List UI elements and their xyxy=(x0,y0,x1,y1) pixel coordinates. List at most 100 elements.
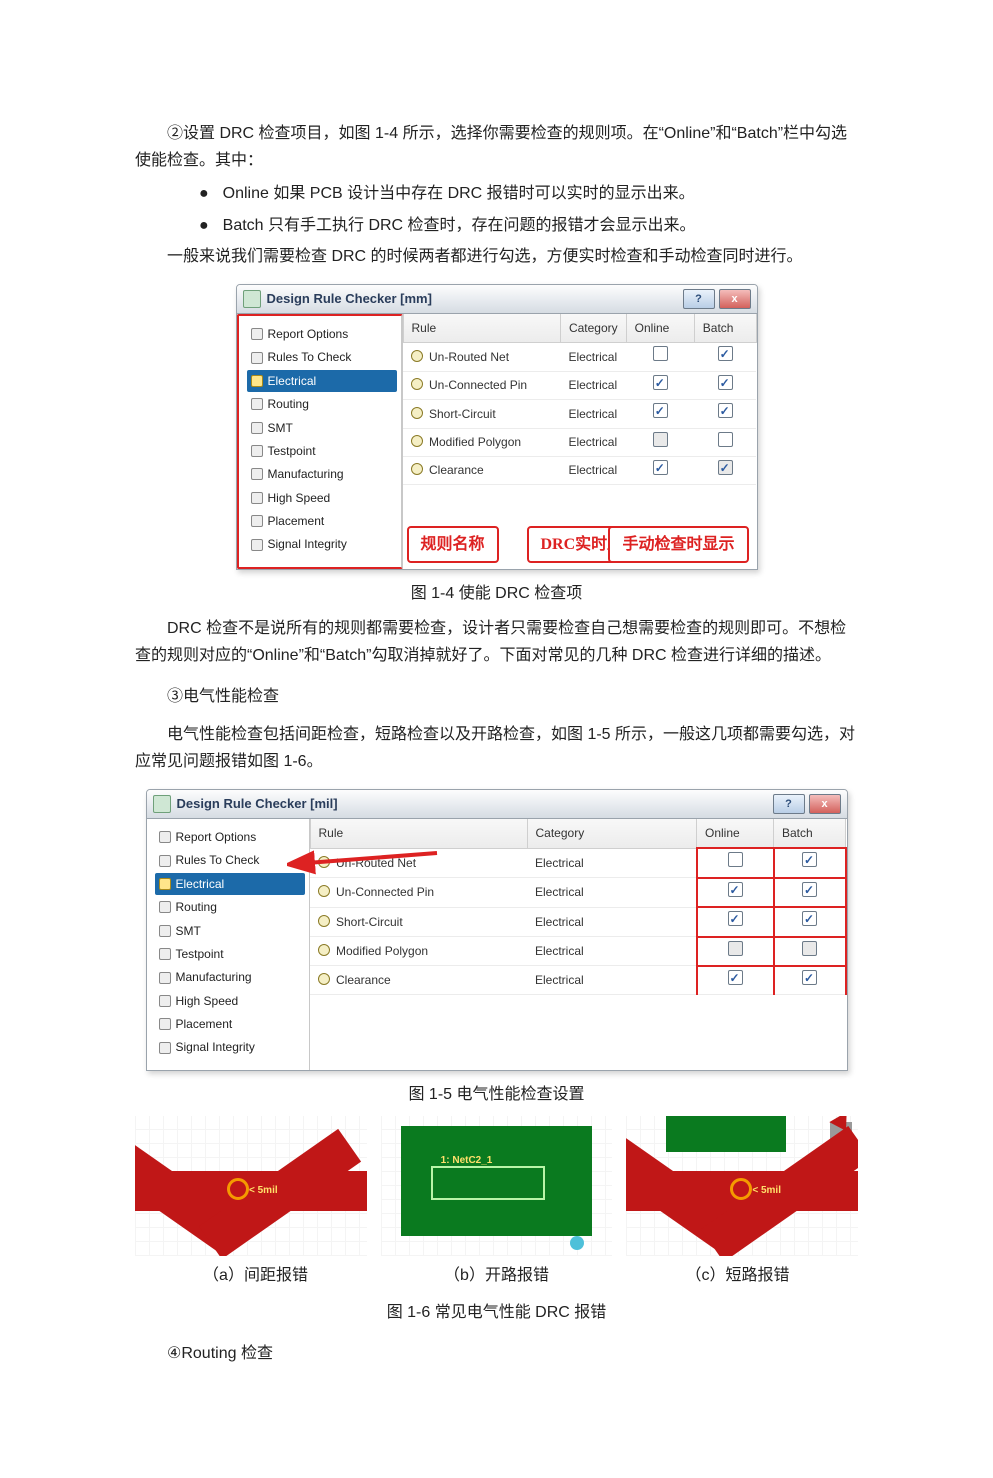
tree-placement[interactable]: Placement xyxy=(155,1013,305,1035)
tree-signal-integrity[interactable]: Signal Integrity xyxy=(247,533,397,555)
tree-routing[interactable]: Routing xyxy=(247,393,397,415)
tree-signal-integrity[interactable]: Signal Integrity xyxy=(155,1036,305,1058)
checkbox[interactable] xyxy=(728,911,743,926)
tree-manufacturing[interactable]: Manufacturing xyxy=(155,966,305,988)
table-row[interactable]: Modified PolygonElectrical xyxy=(403,428,756,456)
table-row[interactable]: Un-Connected PinElectrical xyxy=(403,371,756,399)
checkbox[interactable] xyxy=(653,460,668,475)
cell-category: Electrical xyxy=(560,456,626,484)
checkbox[interactable] xyxy=(802,882,817,897)
cell-online xyxy=(626,428,694,456)
figure-1-5-dialog: Design Rule Checker [mil] ? x Report Opt… xyxy=(146,789,848,1071)
figure-1-4-caption: 图 1-4 使能 DRC 检查项 xyxy=(135,580,858,607)
help-button[interactable]: ? xyxy=(773,794,805,814)
col-category[interactable]: Category xyxy=(560,314,626,343)
col-online[interactable]: Online xyxy=(626,314,694,343)
tree-manufacturing[interactable]: Manufacturing xyxy=(247,463,397,485)
col-online[interactable]: Online xyxy=(697,819,774,848)
annotation-batch: 手动检查时显示 xyxy=(608,526,748,563)
col-batch[interactable]: Batch xyxy=(694,314,756,343)
tree-rules-to-check[interactable]: Rules To Check xyxy=(247,346,397,368)
checkbox[interactable] xyxy=(728,970,743,985)
col-category[interactable]: Category xyxy=(527,819,697,848)
checkbox[interactable] xyxy=(653,346,668,361)
tree-routing[interactable]: Routing xyxy=(155,896,305,918)
tree-report-options[interactable]: Report Options xyxy=(155,826,305,848)
cell-rule: Clearance xyxy=(310,966,527,995)
cell-online xyxy=(697,937,774,966)
bullet-online: ● Online 如果 PCB 设计当中存在 DRC 报错时可以实时的显示出来。 xyxy=(135,180,858,207)
tree-smt[interactable]: SMT xyxy=(247,417,397,439)
checkbox[interactable] xyxy=(653,432,668,447)
table-row[interactable]: Short-CircuitElectrical xyxy=(310,907,846,936)
para-electrical: 电气性能检查包括间距检查，短路检查以及开路检查，如图 1-5 所示，一般这几项都… xyxy=(135,721,858,775)
thumb-c-label: < 5mil xyxy=(752,1182,781,1199)
table-row[interactable]: Un-Routed NetElectrical xyxy=(403,343,756,371)
tree-rules-to-check[interactable]: Rules To Check xyxy=(155,849,305,871)
tree-smt[interactable]: SMT xyxy=(155,920,305,942)
thumb-short: < 5mil xyxy=(626,1116,858,1256)
checkbox[interactable] xyxy=(802,852,817,867)
table-row[interactable]: Short-CircuitElectrical xyxy=(403,400,756,428)
cell-category: Electrical xyxy=(560,428,626,456)
checkbox[interactable] xyxy=(718,346,733,361)
label-c: （c）短路报错 xyxy=(617,1262,858,1289)
thumb-b-label: 1: NetC2_1 xyxy=(441,1152,493,1169)
para-both: 一般来说我们需要检查 DRC 的时候两者都进行勾选，方便实时检查和手动检查同时进… xyxy=(135,243,858,270)
rule-icon xyxy=(318,915,330,927)
checkbox[interactable] xyxy=(802,911,817,926)
cell-category: Electrical xyxy=(560,371,626,399)
cell-rule: Clearance xyxy=(403,456,560,484)
checkbox[interactable] xyxy=(653,403,668,418)
col-batch[interactable]: Batch xyxy=(774,819,846,848)
arrow-icon xyxy=(287,845,447,885)
table-row[interactable]: ClearanceElectrical xyxy=(310,966,846,995)
close-button[interactable]: x xyxy=(809,794,841,814)
rule-icon xyxy=(318,944,330,956)
tree-report-options[interactable]: Report Options xyxy=(247,323,397,345)
checkbox[interactable] xyxy=(718,432,733,447)
cell-rule: Short-Circuit xyxy=(310,907,527,936)
tree-high-speed[interactable]: High Speed xyxy=(247,487,397,509)
titlebar: Design Rule Checker [mil] ? x xyxy=(147,790,847,819)
close-button[interactable]: x xyxy=(719,289,751,309)
tree-icon xyxy=(159,855,171,867)
tree-testpoint[interactable]: Testpoint xyxy=(247,440,397,462)
checkbox[interactable] xyxy=(802,970,817,985)
bullet-icon: ● xyxy=(199,180,218,207)
tree-placement[interactable]: Placement xyxy=(247,510,397,532)
checkbox[interactable] xyxy=(718,460,733,475)
cell-rule: Un-Connected Pin xyxy=(403,371,560,399)
cell-batch xyxy=(694,428,756,456)
checkbox[interactable] xyxy=(728,941,743,956)
tree-testpoint[interactable]: Testpoint xyxy=(155,943,305,965)
figure-1-6-sub-labels: （a）间距报错 （b）开路报错 （c）短路报错 xyxy=(135,1262,858,1289)
bullet-batch: ● Batch 只有手工执行 DRC 检查时，存在问题的报错才会显示出来。 xyxy=(135,212,858,239)
cell-category: Electrical xyxy=(527,848,697,877)
tree-icon xyxy=(159,948,171,960)
tree-electrical[interactable]: Electrical xyxy=(155,873,305,895)
cell-online xyxy=(626,456,694,484)
cell-online xyxy=(697,907,774,936)
checkbox[interactable] xyxy=(728,882,743,897)
para-after-fig4: DRC 检查不是说所有的规则都需要检查，设计者只需要检查自己想需要检查的规则即可… xyxy=(135,615,858,669)
rule-icon xyxy=(318,973,330,985)
dialog-title: Design Rule Checker [mm] xyxy=(267,288,679,310)
checkbox[interactable] xyxy=(718,403,733,418)
table-row[interactable]: Modified PolygonElectrical xyxy=(310,937,846,966)
cell-batch xyxy=(774,907,846,936)
tree-icon xyxy=(251,422,263,434)
col-rule[interactable]: Rule xyxy=(310,819,527,848)
checkbox[interactable] xyxy=(653,375,668,390)
tree-icon xyxy=(159,995,171,1007)
checkbox[interactable] xyxy=(728,852,743,867)
tree-electrical[interactable]: Electrical xyxy=(247,370,397,392)
tree-high-speed[interactable]: High Speed xyxy=(155,990,305,1012)
help-button[interactable]: ? xyxy=(683,289,715,309)
checkbox[interactable] xyxy=(802,941,817,956)
checkbox[interactable] xyxy=(718,375,733,390)
cell-category: Electrical xyxy=(527,966,697,995)
table-row[interactable]: ClearanceElectrical xyxy=(403,456,756,484)
col-rule[interactable]: Rule xyxy=(403,314,560,343)
tree-icon xyxy=(159,1018,171,1030)
